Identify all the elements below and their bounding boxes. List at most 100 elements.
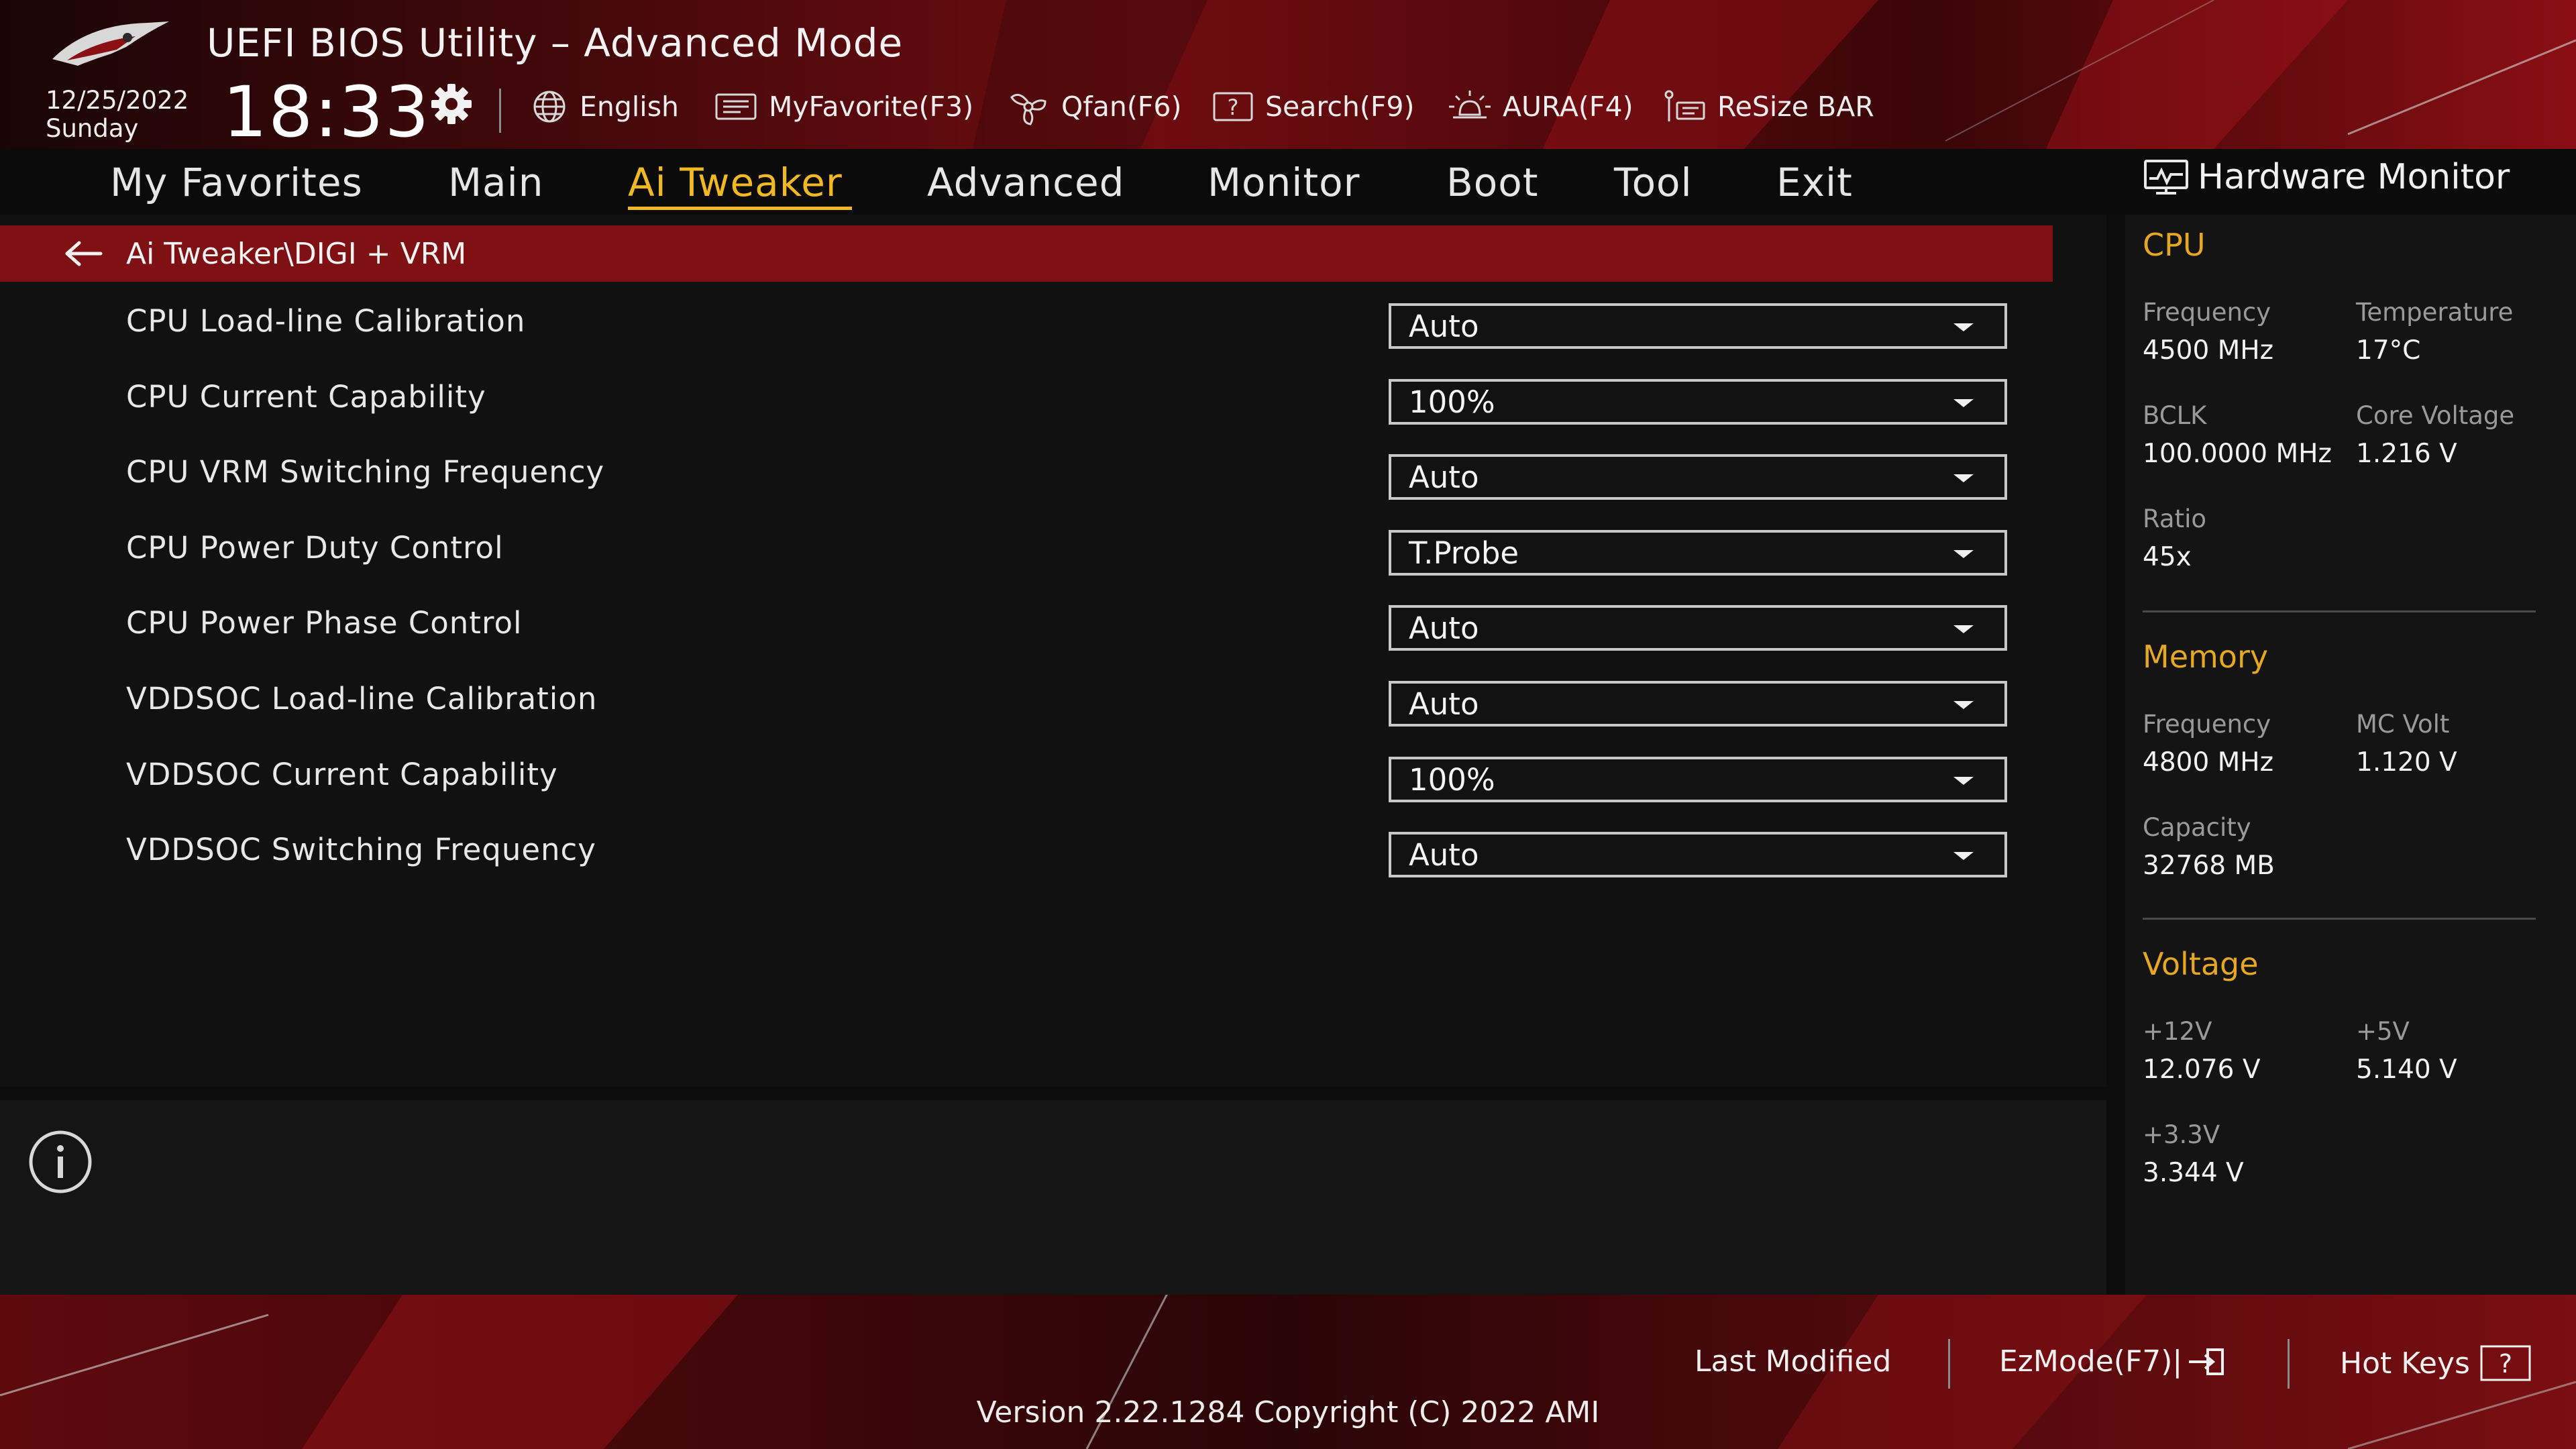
info-icon [29, 1130, 92, 1193]
core-voltage-value: 1.216 V [2356, 439, 2457, 469]
ezmode-label: EzMode(F7)| [1999, 1344, 2183, 1379]
resize-bar-icon [1664, 90, 1705, 121]
setting-dropdown[interactable]: 100% [1389, 757, 2007, 802]
setting-label: VDDSOC Switching Frequency [126, 832, 596, 867]
resize-bar-button[interactable]: ReSize BAR [1661, 85, 1874, 129]
setting-label: VDDSOC Current Capability [126, 757, 558, 792]
exit-mode-icon [2189, 1348, 2224, 1375]
setting-dropdown[interactable]: 100% [1389, 379, 2007, 425]
ratio-value: 45x [2143, 542, 2192, 572]
search-button[interactable]: ? Search(F9) [1212, 85, 1415, 129]
setting-dropdown[interactable]: Auto [1389, 605, 2007, 651]
help-icon: ? [2480, 1345, 2531, 1381]
hot-keys-button[interactable]: Hot Keys ? [2340, 1344, 2532, 1382]
hot-keys-label: Hot Keys [2340, 1346, 2470, 1381]
dropdown-value: Auto [1409, 837, 1479, 873]
tab-main[interactable]: Main [448, 160, 543, 205]
rog-logo-icon [52, 21, 169, 66]
tab-boot[interactable]: Boot [1446, 160, 1539, 205]
tab-advanced[interactable]: Advanced [927, 160, 1125, 205]
chevron-down-icon [1953, 777, 1974, 785]
tab-exit[interactable]: Exit [1776, 160, 1853, 205]
header-divider [499, 89, 501, 133]
version-text: Version 2.22.1284 Copyright (C) 2022 AMI [976, 1395, 1600, 1430]
setting-dropdown[interactable]: Auto [1389, 681, 2007, 727]
v5-value: 5.140 V [2356, 1055, 2457, 1085]
mem-frequency-label: Frequency [2143, 710, 2271, 739]
chevron-down-icon [1953, 550, 1974, 558]
breadcrumb[interactable]: Ai Tweaker\DIGI + VRM [0, 225, 2053, 282]
language-label: English [580, 91, 680, 123]
qfan-button[interactable]: Qfan(F6) [1005, 85, 1181, 129]
v33-label: +3.3V [2143, 1120, 2220, 1149]
cpu-frequency-value: 4500 MHz [2143, 335, 2274, 366]
setting-label: CPU Load-line Calibration [126, 303, 526, 339]
clock: 18:33 [223, 71, 431, 153]
setting-label: CPU Power Duty Control [126, 530, 504, 566]
dropdown-value: 100% [1409, 384, 1495, 420]
chevron-down-icon [1953, 852, 1974, 860]
dropdown-value: Auto [1409, 686, 1479, 722]
setting-dropdown[interactable]: Auto [1389, 303, 2007, 349]
capacity-label: Capacity [2143, 813, 2251, 842]
aura-label: AURA(F4) [1503, 91, 1633, 123]
chevron-down-icon [1953, 474, 1974, 482]
back-arrow-icon[interactable] [63, 240, 103, 267]
setting-label: CPU Current Capability [126, 379, 486, 415]
monitor-icon [2144, 160, 2188, 195]
cpu-temperature-label: Temperature [2356, 298, 2514, 327]
help-panel [0, 1100, 2106, 1295]
gear-icon[interactable] [427, 79, 476, 129]
bclk-label: BCLK [2143, 401, 2207, 430]
setting-dropdown[interactable]: Auto [1389, 832, 2007, 877]
core-voltage-label: Core Voltage [2356, 401, 2515, 430]
cpu-frequency-label: Frequency [2143, 298, 2271, 327]
globe-icon [533, 91, 566, 123]
voltage-heading: Voltage [2143, 946, 2259, 982]
myfavorite-label: MyFavorite(F3) [769, 91, 974, 123]
section-divider [2143, 918, 2536, 920]
chevron-down-icon [1953, 323, 1974, 331]
search-icon: ? [1213, 92, 1253, 121]
footer-divider [2288, 1339, 2290, 1389]
capacity-value: 32768 MB [2143, 851, 2275, 881]
resize-bar-label: ReSize BAR [1717, 91, 1874, 123]
chevron-down-icon [1953, 625, 1974, 633]
setting-label: CPU VRM Switching Frequency [126, 454, 605, 490]
tab-monitor[interactable]: Monitor [1208, 160, 1360, 205]
myfavorite-button[interactable]: MyFavorite(F3) [714, 85, 973, 129]
search-label: Search(F9) [1265, 91, 1415, 123]
bclk-value: 100.0000 MHz [2143, 439, 2332, 469]
tab-my-favorites[interactable]: My Favorites [110, 160, 363, 205]
aura-button[interactable]: AURA(F4) [1446, 85, 1633, 129]
v12-label: +12V [2143, 1017, 2212, 1046]
day-text: Sunday [46, 114, 139, 143]
v5-label: +5V [2356, 1017, 2410, 1046]
mc-volt-label: MC Volt [2356, 710, 2450, 739]
v12-value: 12.076 V [2143, 1055, 2261, 1085]
last-modified-button[interactable]: Last Modified [1695, 1344, 1891, 1379]
footer-divider [1948, 1339, 1950, 1389]
dropdown-value: Auto [1409, 610, 1479, 646]
hw-monitor-title: Hardware Monitor [2143, 157, 2510, 197]
last-modified-label: Last Modified [1695, 1344, 1892, 1379]
language-button[interactable]: English [529, 85, 679, 129]
setting-dropdown[interactable]: T.Probe [1389, 530, 2007, 576]
v33-value: 3.344 V [2143, 1158, 2244, 1188]
fan-icon [1010, 93, 1046, 125]
dropdown-value: Auto [1409, 459, 1479, 495]
mem-frequency-value: 4800 MHz [2143, 747, 2274, 777]
app-title: UEFI BIOS Utility – Advanced Mode [207, 20, 904, 66]
ezmode-button[interactable]: EzMode(F7)| [1999, 1344, 2226, 1379]
setting-dropdown[interactable]: Auto [1389, 454, 2007, 500]
tab-tool[interactable]: Tool [1614, 160, 1693, 205]
date-text: 12/25/2022 [46, 86, 189, 115]
setting-label: CPU Power Phase Control [126, 605, 523, 641]
aura-icon [1449, 91, 1491, 119]
ratio-label: Ratio [2143, 504, 2206, 533]
svg-text:?: ? [2499, 1349, 2512, 1379]
mc-volt-value: 1.120 V [2356, 747, 2457, 777]
dropdown-value: T.Probe [1409, 535, 1519, 571]
favorite-icon [715, 93, 757, 120]
tab-ai-tweaker[interactable]: Ai Tweaker [628, 160, 843, 205]
